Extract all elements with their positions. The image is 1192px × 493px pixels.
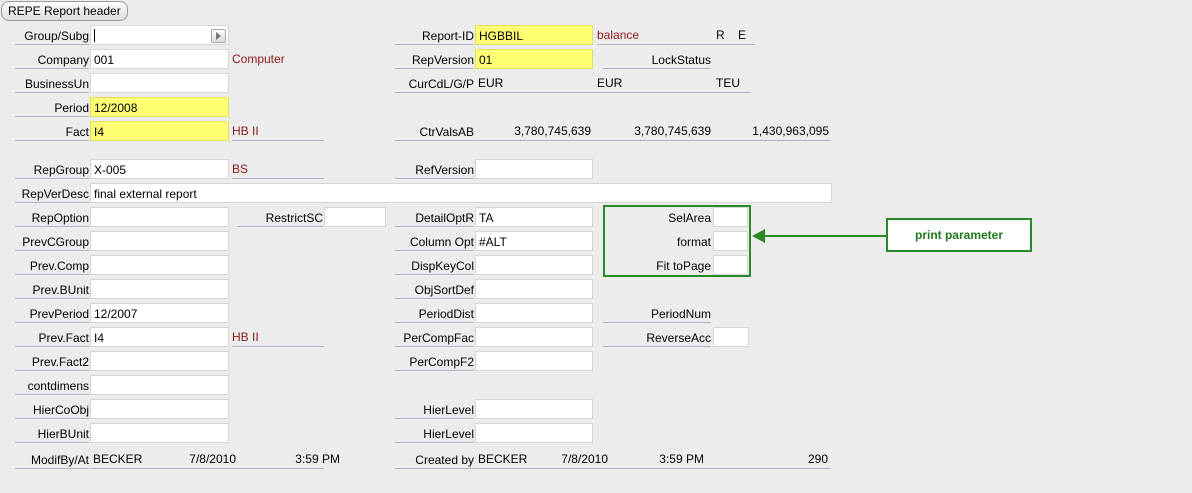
prev-comp-input[interactable]: [90, 255, 229, 275]
curcd-underline: [475, 76, 751, 93]
prev-cgroup-label: PrevCGroup: [15, 234, 89, 251]
lock-status-label: LockStatus: [603, 52, 711, 69]
text-cursor: [94, 29, 95, 42]
contdimens-input[interactable]: [90, 375, 229, 395]
format-label: format: [676, 235, 711, 249]
rep-ver-desc-input[interactable]: final external report: [90, 183, 832, 203]
per-comp-fac-input[interactable]: [475, 327, 593, 347]
hier-bunit-input[interactable]: [90, 423, 229, 443]
prev-period-input[interactable]: 12/2007: [90, 303, 229, 323]
rep-version-label: RepVersion: [395, 52, 474, 69]
contdimens-label: contdimens: [15, 378, 89, 395]
group-subg-label: Group/Subg: [15, 28, 89, 45]
report-id-label: Report-ID: [395, 28, 474, 45]
format-input[interactable]: [713, 231, 748, 251]
company-desc: Computer: [232, 52, 285, 66]
print-parameter-callout: print parameter: [886, 218, 1032, 252]
column-opt-input[interactable]: #ALT: [475, 231, 593, 251]
fact-input[interactable]: I4: [90, 121, 229, 141]
sel-area-label: SelArea: [668, 211, 711, 225]
hier-bunit-label: HierBUnit: [15, 426, 89, 443]
prev-fact-input[interactable]: I4: [90, 327, 229, 347]
prev-fact2-input[interactable]: [90, 351, 229, 371]
tab-report-header[interactable]: REPE Report header: [1, 1, 128, 21]
created-label: Created by: [395, 452, 474, 469]
period-dist-label: PeriodDist: [395, 306, 474, 323]
report-desc-underline: [597, 28, 755, 45]
business-unit-input[interactable]: [90, 73, 229, 93]
restrict-sc-label: RestrictSC: [237, 210, 323, 227]
modif-label: ModifBy/At: [15, 452, 89, 469]
modif-underline: [90, 452, 324, 469]
business-unit-label: BusinessUn: [15, 76, 89, 93]
reverse-acc-input[interactable]: [713, 327, 749, 347]
obj-sort-def-label: ObjSortDef: [395, 282, 474, 299]
rep-group-desc-underline: [232, 162, 324, 179]
rep-ver-desc-label: RepVerDesc: [15, 186, 89, 203]
hier-level1-input[interactable]: [475, 399, 593, 419]
company-label: Company: [15, 52, 89, 69]
restrict-sc-input[interactable]: [324, 207, 386, 227]
period-input[interactable]: 12/2008: [90, 97, 229, 117]
ctr-vals-underline: [475, 124, 831, 141]
per-comp-fac-label: PerCompFac: [395, 330, 474, 347]
disp-key-col-input[interactable]: [475, 255, 593, 275]
hier-level2-label: HierLevel: [395, 426, 474, 443]
ctr-vals-label: CtrValsAB: [395, 124, 474, 141]
prev-comp-label: Prev.Comp: [15, 258, 89, 275]
fit-to-page-label: Fit toPage: [656, 259, 711, 273]
fit-to-page-input[interactable]: [713, 255, 748, 275]
reverse-acc-label: ReverseAcc: [603, 330, 711, 347]
rep-option-label: RepOption: [15, 210, 89, 227]
group-subg-input[interactable]: [90, 25, 229, 45]
prev-period-label: PrevPeriod: [15, 306, 89, 323]
obj-sort-def-input[interactable]: [475, 279, 593, 299]
prev-bunit-input[interactable]: [90, 279, 229, 299]
prev-fact-desc-underline: [232, 330, 324, 347]
report-id-input[interactable]: HGBBIL: [475, 25, 593, 45]
hier-level1-label: HierLevel: [395, 402, 474, 419]
column-opt-label: Column Opt: [395, 234, 474, 251]
period-label: Period: [15, 100, 89, 117]
prev-bunit-label: Prev.BUnit: [15, 282, 89, 299]
prev-fact-label: Prev.Fact: [15, 330, 89, 347]
per-comp-f2-input[interactable]: [475, 351, 593, 371]
company-input[interactable]: 001: [90, 49, 229, 69]
tab-bar: REPE Report header: [0, 0, 1192, 22]
fact-desc-underline: [232, 124, 324, 141]
ref-version-input[interactable]: [475, 159, 593, 179]
rep-group-label: RepGroup: [15, 162, 89, 179]
curcd-label: CurCdL/G/P: [395, 76, 474, 93]
created-underline: [475, 452, 831, 469]
ref-version-label: RefVersion: [395, 162, 474, 179]
period-dist-input[interactable]: [475, 303, 593, 323]
per-comp-f2-label: PerCompF2: [395, 354, 474, 371]
rep-version-input[interactable]: 01: [475, 49, 593, 69]
disp-key-col-label: DispKeyCol: [395, 258, 474, 275]
rep-group-input[interactable]: X-005: [90, 159, 229, 179]
arrow-line: [764, 235, 886, 237]
fact-label: Fact: [15, 124, 89, 141]
hier-coobj-input[interactable]: [90, 399, 229, 419]
period-num-label: PeriodNum: [603, 306, 711, 323]
detail-optr-input[interactable]: TA: [475, 207, 593, 227]
prev-fact2-label: Prev.Fact2: [15, 354, 89, 371]
sel-area-input[interactable]: [713, 207, 748, 227]
hier-coobj-label: HierCoObj: [15, 402, 89, 419]
rep-option-input[interactable]: [90, 207, 229, 227]
prev-cgroup-input[interactable]: [90, 231, 229, 251]
hier-level2-input[interactable]: [475, 423, 593, 443]
value-help-button[interactable]: [211, 29, 226, 43]
detail-optr-label: DetailOptR: [395, 210, 474, 227]
